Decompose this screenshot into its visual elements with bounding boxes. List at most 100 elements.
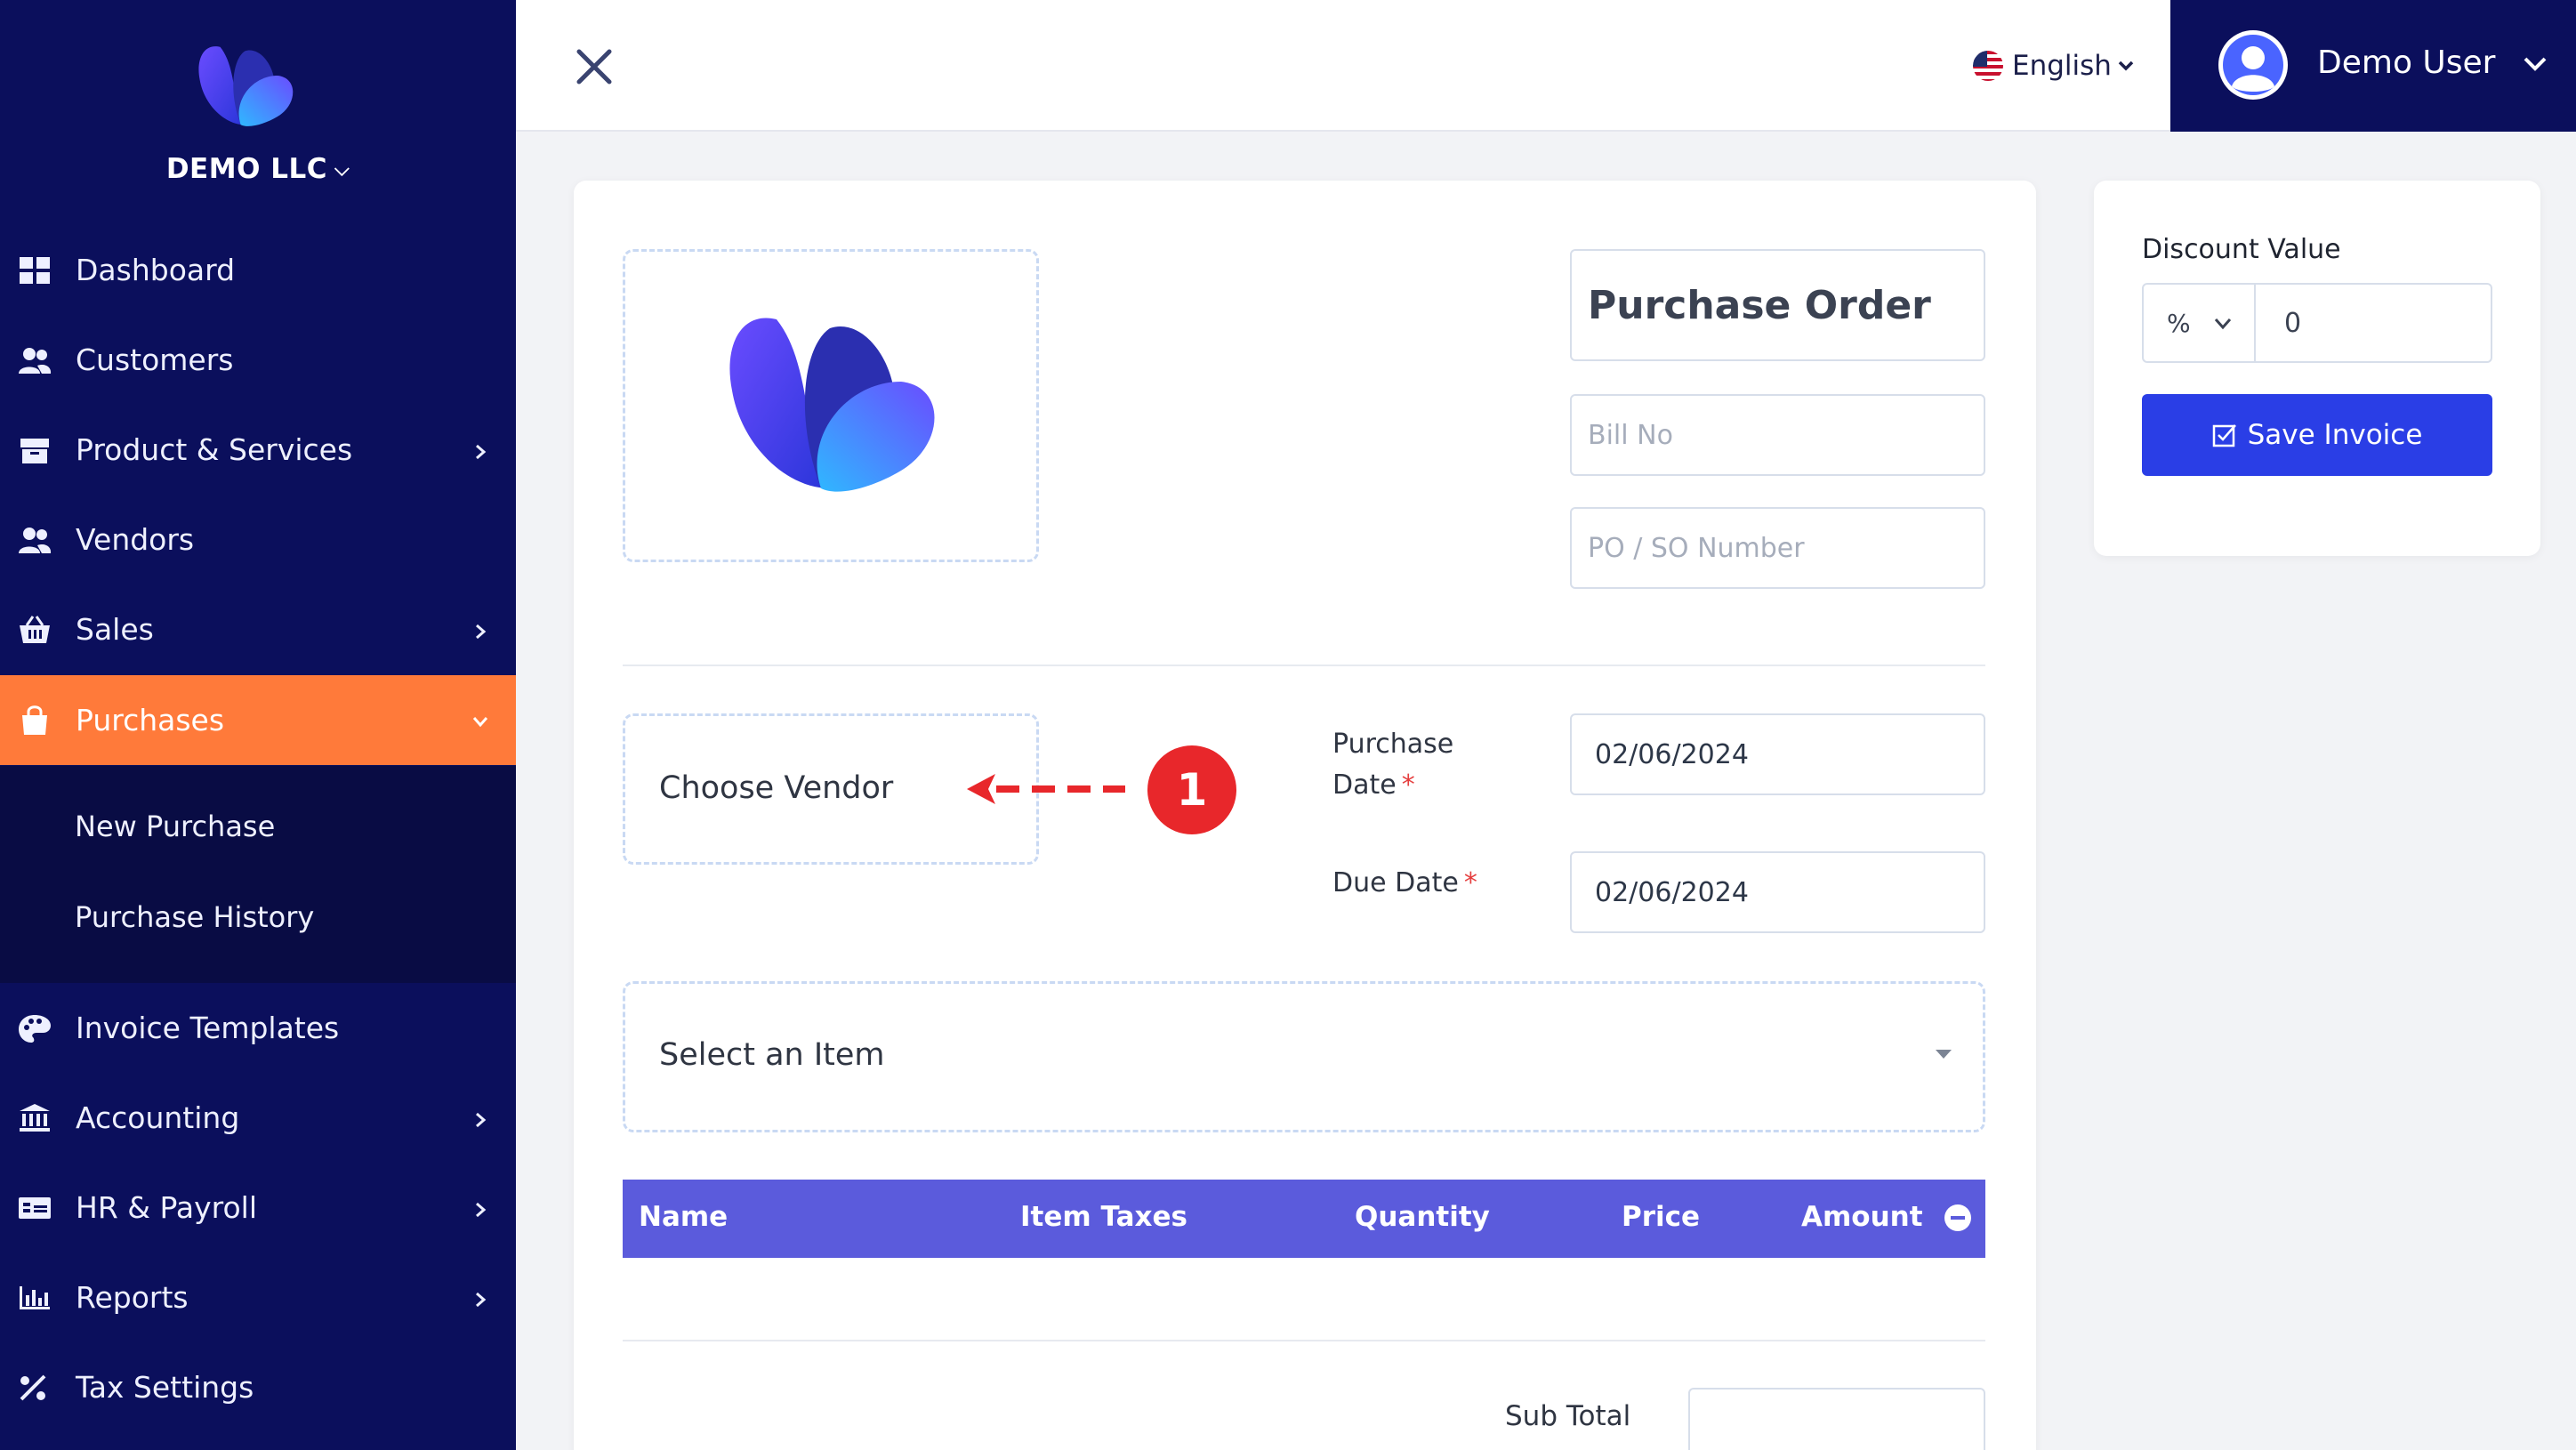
sidebar-item-sales[interactable]: Sales	[0, 584, 516, 674]
bank-icon	[20, 1103, 50, 1132]
sidebar-subitem-purchase-history[interactable]: Purchase History	[75, 900, 314, 934]
chevron-down-icon	[2118, 60, 2134, 71]
sidebar-item-label: Customers	[76, 342, 234, 377]
users-icon	[19, 527, 52, 553]
chevron-right-icon	[476, 624, 487, 640]
po-so-number-input[interactable]: PO / SO Number	[1570, 507, 1985, 589]
save-invoice-button[interactable]: Save Invoice	[2142, 394, 2492, 476]
chevron-right-icon	[476, 444, 487, 460]
money-card-icon	[19, 1196, 51, 1219]
sidebar-item-invoice-templates[interactable]: Invoice Templates	[0, 983, 516, 1073]
sidebar-item-label: HR & Payroll	[76, 1190, 257, 1225]
basket-icon	[20, 615, 50, 643]
chevron-down-icon[interactable]	[2522, 55, 2548, 73]
close-icon[interactable]	[574, 46, 615, 87]
purchase-date-label: Purchase Date *	[1332, 724, 1453, 806]
column-header-quantity: Quantity	[1355, 1201, 1490, 1233]
discount-value-input[interactable]: 0	[2256, 283, 2492, 363]
sidebar: DEMO LLC ⌵ Dashboard Customers Product & …	[0, 0, 516, 1450]
shopping-bag-icon	[22, 705, 47, 735]
chevron-down-icon: ⌵	[334, 158, 350, 181]
document-title: Purchase Order	[1588, 282, 1931, 328]
sidebar-item-hr-payroll[interactable]: HR & Payroll	[0, 1163, 516, 1253]
sidebar-item-product-services[interactable]: Product & Services	[0, 405, 516, 495]
users-icon	[19, 347, 52, 374]
chevron-right-icon	[476, 1292, 487, 1308]
minus-circle-icon[interactable]	[1944, 1204, 1972, 1232]
column-header-name: Name	[639, 1201, 729, 1233]
us-flag-icon	[1973, 51, 2003, 81]
user-name[interactable]: Demo User	[2317, 44, 2495, 81]
sidebar-item-label: Tax Settings	[76, 1370, 254, 1405]
choose-vendor-label: Choose Vendor	[659, 770, 894, 806]
sidebar-item-customers[interactable]: Customers	[0, 315, 516, 405]
check-square-icon	[2212, 424, 2236, 447]
annotation-badge: 1	[1147, 745, 1236, 834]
language-label: English	[2012, 50, 2112, 82]
bill-no-placeholder: Bill No	[1588, 419, 1673, 451]
box-icon	[20, 438, 49, 463]
sidebar-item-label: Product & Services	[76, 432, 353, 467]
purchase-date-label-line2: Date	[1332, 769, 1397, 801]
chevron-down-icon	[472, 717, 488, 728]
subtotal-field	[1688, 1388, 1985, 1450]
company-switcher[interactable]: DEMO LLC ⌵	[0, 153, 516, 185]
sidebar-item-label: Sales	[76, 612, 154, 647]
percent-icon	[20, 1374, 46, 1400]
due-date-label-text: Due Date	[1332, 867, 1459, 898]
select-item-label: Select an Item	[659, 1037, 885, 1073]
sidebar-subitem-new-purchase[interactable]: New Purchase	[75, 810, 275, 843]
discount-value: 0	[2284, 307, 2302, 339]
due-date-input[interactable]: 02/06/2024	[1570, 851, 1985, 933]
subtotal-label: Sub Total	[1505, 1400, 1631, 1432]
required-mark: *	[1463, 867, 1477, 898]
discount-type-select[interactable]: %	[2142, 283, 2256, 363]
items-table-header: Name Item Taxes Quantity Price Amount	[623, 1180, 1985, 1258]
bill-no-input[interactable]: Bill No	[1570, 394, 1985, 476]
sidebar-item-purchases[interactable]: Purchases	[0, 675, 516, 765]
po-so-placeholder: PO / SO Number	[1588, 532, 1805, 564]
company-logo-icon	[729, 318, 935, 492]
chevron-right-icon	[476, 1112, 487, 1128]
required-mark: *	[1401, 769, 1415, 801]
bar-chart-icon	[20, 1285, 50, 1309]
language-selector[interactable]: English	[1973, 46, 2135, 85]
chevron-down-icon	[2214, 318, 2232, 330]
purchase-date-value: 02/06/2024	[1595, 738, 1749, 770]
column-header-item-taxes: Item Taxes	[1020, 1201, 1188, 1233]
brand: DEMO LLC ⌵	[0, 0, 516, 222]
dashboard-icon	[20, 256, 50, 284]
column-header-amount: Amount	[1801, 1201, 1923, 1233]
user-avatar-icon	[2218, 30, 2288, 100]
discount-label: Discount Value	[2142, 234, 2341, 265]
annotation-arrow-icon	[967, 774, 1125, 804]
purchase-date-input[interactable]: 02/06/2024	[1570, 713, 1985, 795]
caret-down-icon	[1936, 1050, 1952, 1059]
company-name: DEMO LLC	[165, 153, 327, 185]
sidebar-item-label: Vendors	[76, 522, 195, 557]
sidebar-item-label: Invoice Templates	[76, 1011, 340, 1045]
sidebar-item-label: Purchases	[76, 703, 225, 737]
chevron-right-icon	[476, 1202, 487, 1218]
logo-upload[interactable]	[623, 249, 1039, 562]
company-logo-icon	[198, 46, 294, 126]
sidebar-item-label: Reports	[76, 1280, 189, 1315]
divider	[623, 665, 1985, 666]
save-invoice-label: Save Invoice	[2247, 419, 2423, 451]
due-date-label: Due Date *	[1332, 863, 1477, 904]
sidebar-item-reports[interactable]: Reports	[0, 1253, 516, 1342]
divider	[623, 1340, 1985, 1341]
purchases-submenu	[0, 766, 516, 983]
sidebar-item-label: Accounting	[76, 1100, 240, 1135]
document-title-field[interactable]: Purchase Order	[1570, 249, 1985, 361]
palette-icon	[19, 1014, 51, 1043]
discount-type-value: %	[2167, 308, 2191, 338]
sidebar-item-tax-settings[interactable]: Tax Settings	[0, 1342, 516, 1432]
sidebar-item-accounting[interactable]: Accounting	[0, 1073, 516, 1163]
sidebar-item-vendors[interactable]: Vendors	[0, 495, 516, 584]
sidebar-item-dashboard[interactable]: Dashboard	[0, 225, 516, 315]
purchase-date-label-line1: Purchase	[1332, 729, 1454, 760]
due-date-value: 02/06/2024	[1595, 876, 1749, 908]
sidebar-item-label: Dashboard	[76, 253, 236, 287]
column-header-price: Price	[1622, 1201, 1701, 1233]
